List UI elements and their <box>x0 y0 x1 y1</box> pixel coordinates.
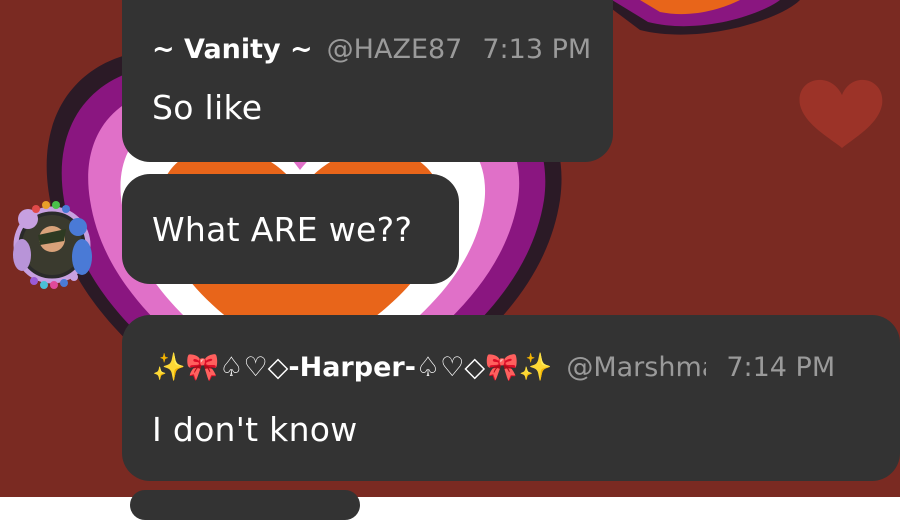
author-name[interactable]: ✨🎀♤♡◇-Harper-♤♡◇🎀✨ <box>152 351 552 383</box>
message-timestamp: 7:13 PM <box>482 34 592 65</box>
author-name[interactable]: ~ Vanity ~ <box>152 34 313 65</box>
sticker-avatar-icon <box>13 201 92 289</box>
message-text: What ARE we?? <box>152 210 413 249</box>
message-bubble[interactable]: ~ Vanity ~ @HAZE87 7:13 PM So like <box>122 0 613 162</box>
message-text: So like <box>152 88 263 127</box>
small-heart-decoration <box>799 79 883 148</box>
message-bubble-partial[interactable] <box>130 490 360 520</box>
message-bubble[interactable]: What ARE we?? <box>122 174 459 284</box>
author-handle[interactable]: @HAZE87 <box>327 34 463 65</box>
author-handle[interactable]: @Marshma <box>566 352 706 383</box>
message-header: ✨🎀♤♡◇-Harper-♤♡◇🎀✨ @Marshma 7:14 PM <box>152 351 835 383</box>
avatar[interactable] <box>8 197 94 291</box>
message-timestamp: 7:14 PM <box>726 352 836 383</box>
message-header: ~ Vanity ~ @HAZE87 7:13 PM <box>152 34 591 65</box>
message-bubble[interactable]: ✨🎀♤♡◇-Harper-♤♡◇🎀✨ @Marshma 7:14 PM I do… <box>122 315 900 481</box>
message-text: I don't know <box>152 410 358 449</box>
background-heart-top <box>600 0 800 35</box>
